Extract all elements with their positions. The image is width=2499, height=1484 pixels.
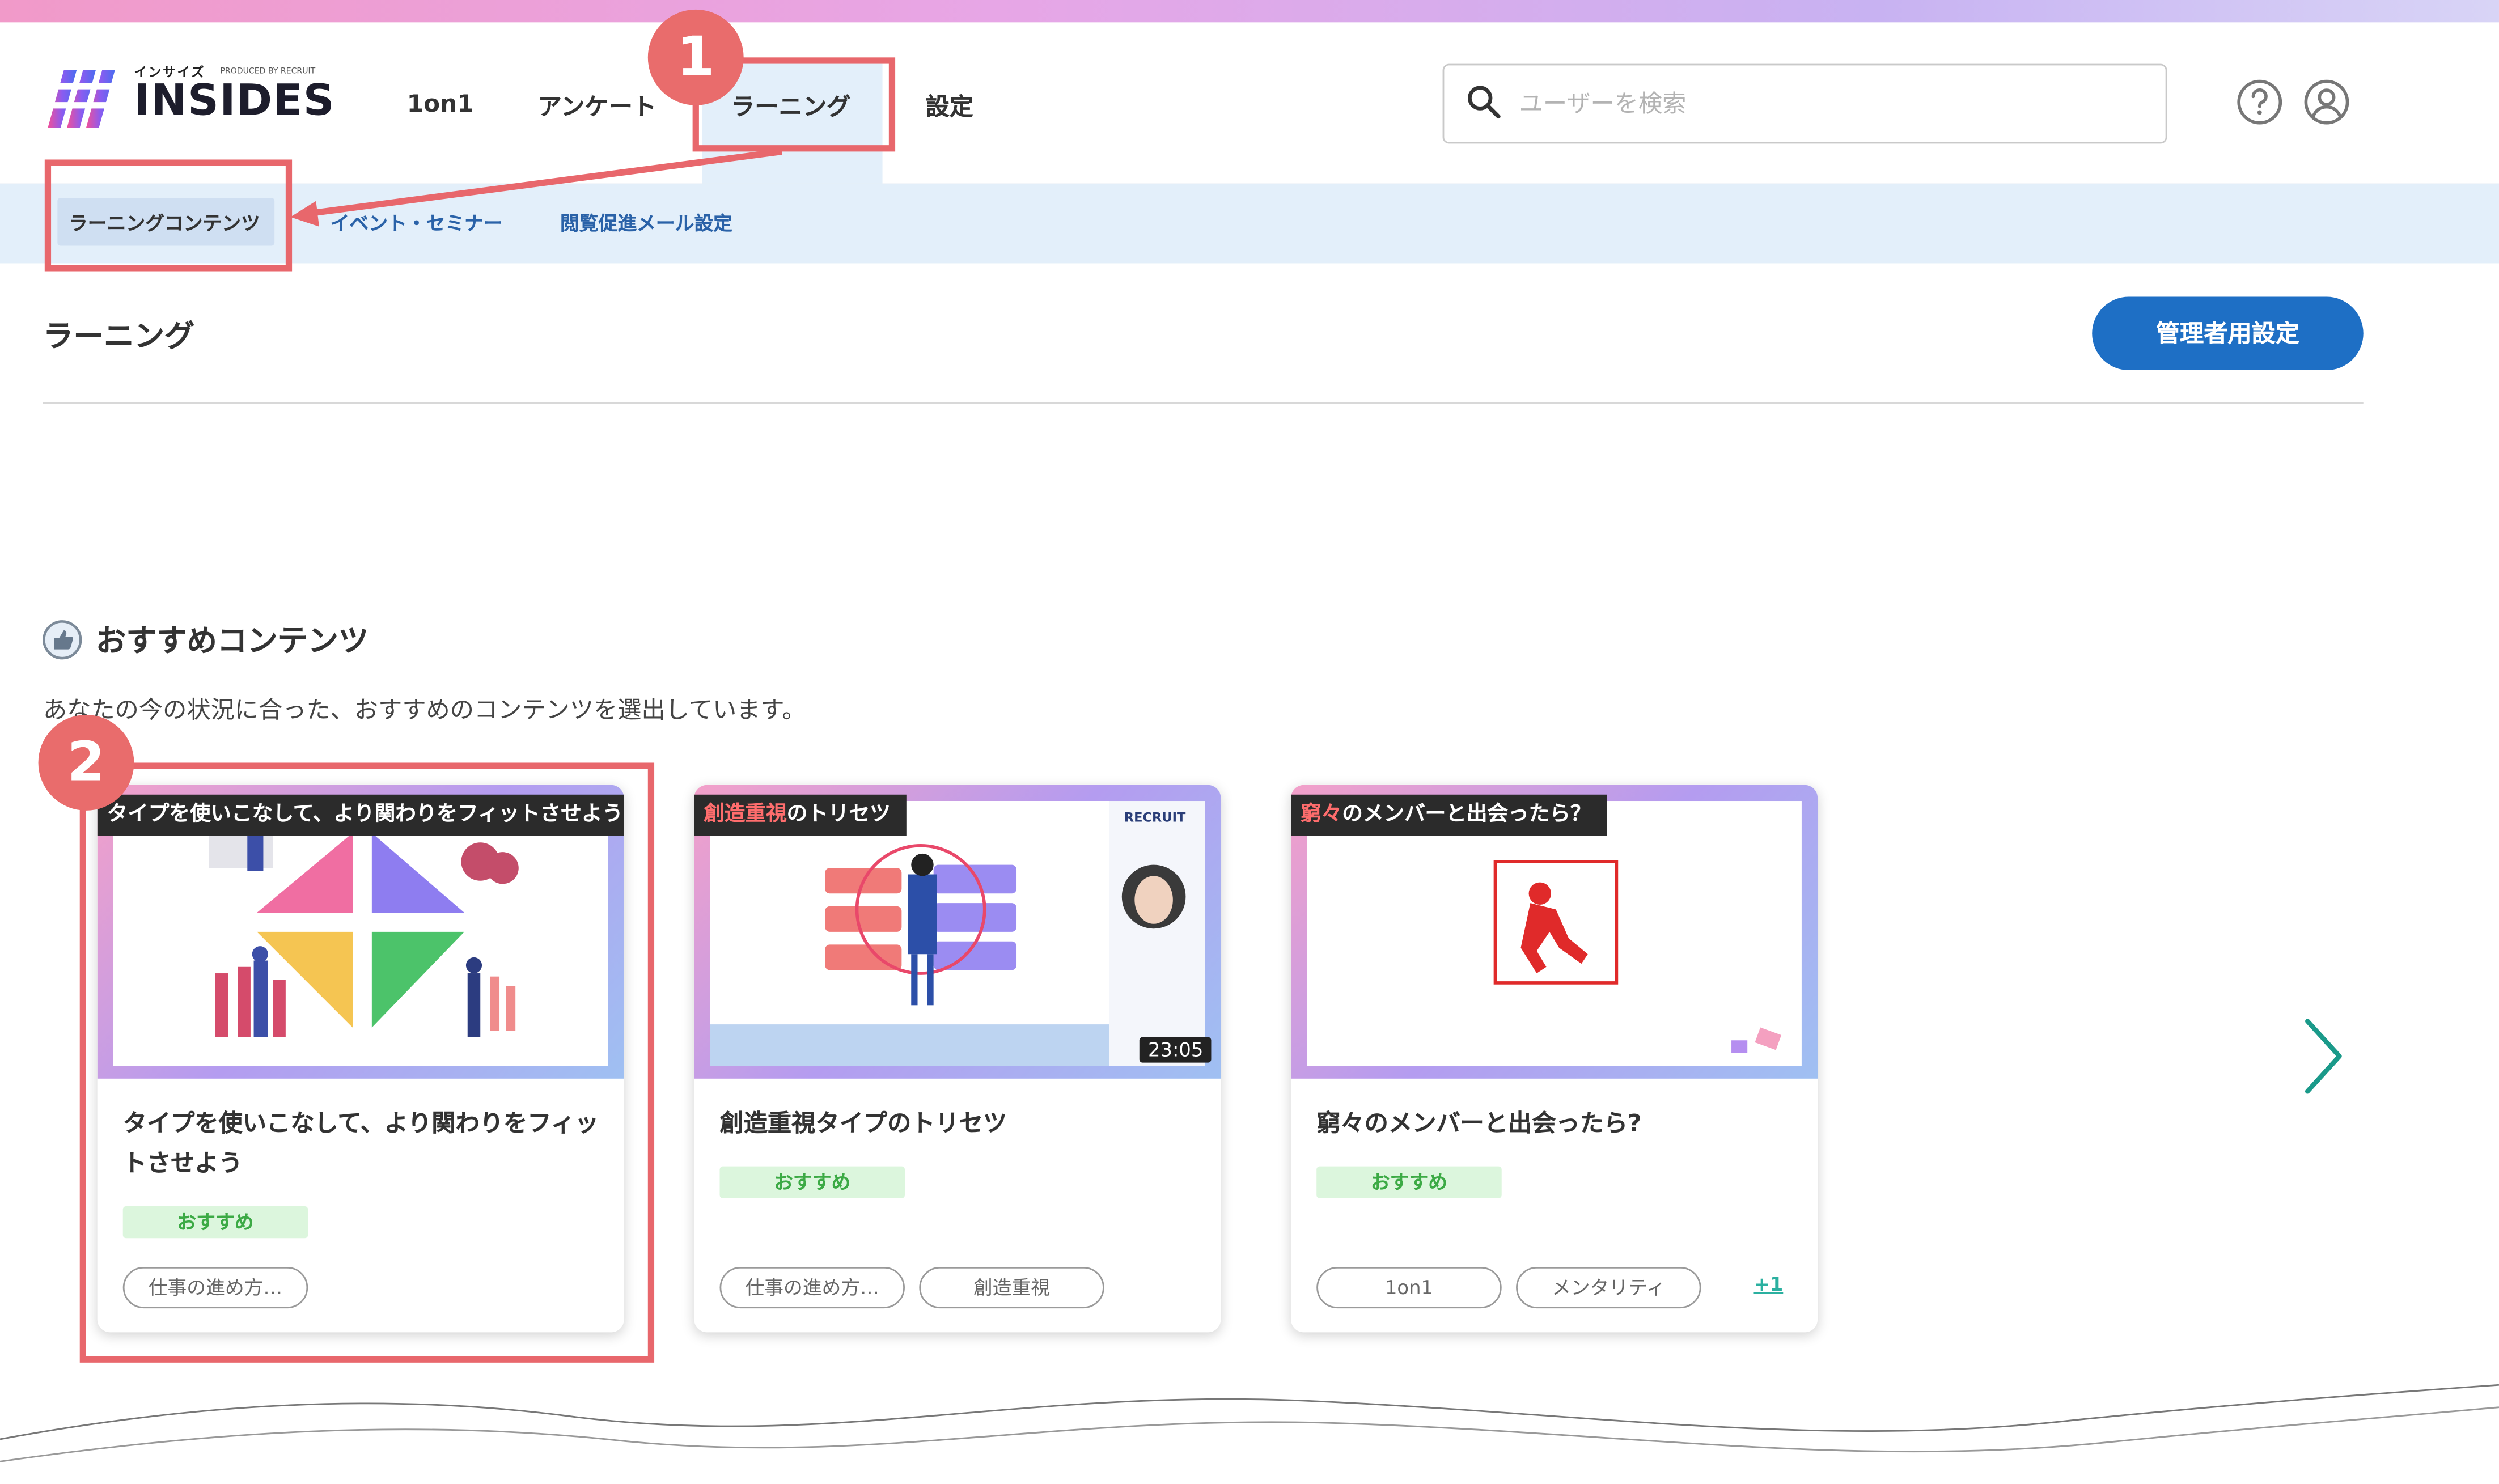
annotation-arrow <box>290 148 782 227</box>
step-callout-1: 1 <box>647 9 744 105</box>
step-callout-2: 2 <box>38 715 134 811</box>
torn-edge-decoration <box>0 1384 2499 1484</box>
